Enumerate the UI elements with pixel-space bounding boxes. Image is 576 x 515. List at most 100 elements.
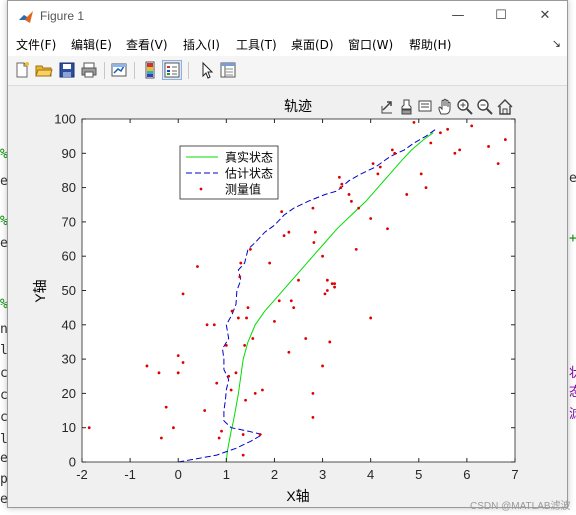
measurement-point bbox=[311, 416, 315, 419]
menu-edit[interactable]: 编辑(E) bbox=[71, 36, 112, 53]
measurement-point bbox=[277, 299, 281, 303]
measurement-point bbox=[280, 210, 284, 214]
title-bar[interactable]: Figure 1 — ☐ ✕ bbox=[8, 1, 567, 32]
x-tick-label: 3 bbox=[319, 467, 326, 482]
y-tick-label: 50 bbox=[62, 283, 76, 298]
axes-background bbox=[82, 119, 515, 462]
measurement-point bbox=[333, 282, 336, 286]
measurement-point bbox=[439, 131, 442, 135]
measurement-point bbox=[244, 398, 247, 402]
measurement-point bbox=[424, 186, 428, 189]
x-tick-label: -2 bbox=[76, 467, 88, 482]
measurement-point bbox=[393, 151, 397, 155]
figure-window[interactable]: Figure 1 — ☐ ✕ 文件(F) 编辑(E) 查看(V) 插入(I) 工… bbox=[7, 0, 568, 508]
measurement-point bbox=[339, 186, 343, 189]
measurement-point bbox=[429, 141, 433, 145]
measurement-point bbox=[203, 409, 207, 412]
y-tick-label: 60 bbox=[62, 249, 76, 264]
menu-bar: 文件(F) 编辑(E) 查看(V) 插入(I) 工具(T) 桌面(D) 窗口(W… bbox=[8, 32, 567, 56]
measurement-point bbox=[239, 261, 243, 265]
measurement-point bbox=[172, 426, 175, 430]
watermark: CSDN @MATLAB滤波 bbox=[470, 501, 571, 512]
measurement-point bbox=[246, 306, 250, 310]
measurement-point bbox=[236, 316, 240, 320]
measurement-point bbox=[311, 392, 315, 395]
x-tick-label: 4 bbox=[367, 467, 374, 482]
menu-help[interactable]: 帮助(H) bbox=[409, 36, 451, 53]
menu-tools[interactable]: 工具(T) bbox=[236, 36, 277, 53]
measurement-point bbox=[268, 261, 272, 265]
measurement-point bbox=[287, 350, 291, 354]
trajectory-chart[interactable]: -2 -1 0 1 2 3 4 5 6 70102030405060708090100 轨迹 X轴… bbox=[8, 87, 567, 507]
measurement-point bbox=[347, 193, 351, 196]
measurement-point bbox=[313, 230, 317, 234]
window-title: Figure 1 bbox=[40, 9, 85, 23]
measurement-point bbox=[261, 388, 264, 392]
measurement-point bbox=[312, 241, 316, 244]
x-tick-label: 2 bbox=[271, 467, 278, 482]
background-code-fragment: 态 bbox=[569, 385, 576, 400]
y-tick-label: 10 bbox=[62, 420, 76, 435]
measurement-point bbox=[289, 299, 293, 303]
measurement-point bbox=[337, 175, 341, 179]
y-tick-label: 0 bbox=[69, 455, 76, 470]
toolbar-separator bbox=[134, 62, 135, 79]
measurement-point bbox=[176, 354, 180, 358]
menu-file[interactable]: 文件(F) bbox=[16, 36, 56, 53]
measurement-point bbox=[287, 230, 291, 234]
open-file-icon[interactable] bbox=[35, 61, 53, 79]
measurement-point bbox=[376, 172, 380, 176]
measurement-point bbox=[419, 172, 423, 176]
measurement-point bbox=[229, 388, 233, 392]
measurement-point bbox=[446, 127, 450, 131]
legend-entry-label: 估计状态 bbox=[225, 167, 273, 181]
property-inspector-icon[interactable] bbox=[219, 61, 237, 79]
new-figure-icon[interactable] bbox=[13, 61, 31, 79]
y-tick-label: 20 bbox=[62, 386, 76, 401]
measurement-point bbox=[196, 265, 199, 268]
measurement-point bbox=[251, 337, 255, 340]
measurement-point bbox=[243, 343, 247, 347]
dock-arrow-icon[interactable]: ↘ bbox=[552, 37, 561, 50]
measurement-point bbox=[321, 254, 324, 258]
measurement-point bbox=[157, 371, 161, 375]
measurement-point bbox=[273, 319, 276, 323]
minimize-button[interactable]: — bbox=[443, 5, 473, 27]
measurement-point bbox=[212, 323, 216, 327]
measurement-point bbox=[227, 374, 231, 378]
measurement-point bbox=[470, 124, 474, 128]
measurement-point bbox=[354, 247, 358, 251]
insert-colorbar-icon[interactable] bbox=[141, 61, 159, 79]
chart-title: 轨迹 bbox=[284, 98, 312, 114]
edit-plot-arrow-icon[interactable] bbox=[198, 61, 216, 79]
measurement-point bbox=[369, 217, 373, 220]
measurement-point bbox=[164, 405, 168, 409]
measurement-point bbox=[503, 138, 507, 141]
legend-marker bbox=[199, 187, 203, 191]
measurement-point bbox=[378, 165, 382, 169]
measurement-point bbox=[230, 309, 234, 313]
background-code-fragment: 状 bbox=[569, 366, 576, 381]
menu-insert[interactable]: 插入(I) bbox=[183, 36, 220, 53]
close-button[interactable]: ✕ bbox=[530, 5, 560, 27]
measurement-point bbox=[453, 151, 457, 155]
measurement-point bbox=[238, 275, 242, 279]
menu-window[interactable]: 窗口(W) bbox=[348, 36, 393, 53]
save-icon[interactable] bbox=[58, 61, 76, 79]
toolbar-separator bbox=[104, 62, 105, 79]
legend[interactable]: 真实状态估计状态测量值 bbox=[179, 145, 279, 200]
measurement-point bbox=[248, 247, 252, 251]
maximize-button[interactable]: ☐ bbox=[486, 5, 516, 27]
insert-legend-icon[interactable] bbox=[162, 60, 182, 80]
measurement-point bbox=[371, 162, 375, 165]
measurement-point bbox=[357, 206, 361, 210]
measurement-point bbox=[253, 392, 257, 395]
print-icon[interactable] bbox=[80, 61, 98, 79]
link-plot-icon[interactable] bbox=[110, 61, 128, 79]
measurement-point bbox=[220, 429, 223, 433]
menu-desktop[interactable]: 桌面(D) bbox=[291, 36, 334, 53]
x-tick-label: 5 bbox=[415, 467, 422, 482]
menu-view[interactable]: 查看(V) bbox=[126, 36, 168, 53]
legend-entry-label: 测量值 bbox=[225, 182, 261, 197]
measurement-point bbox=[325, 278, 329, 282]
